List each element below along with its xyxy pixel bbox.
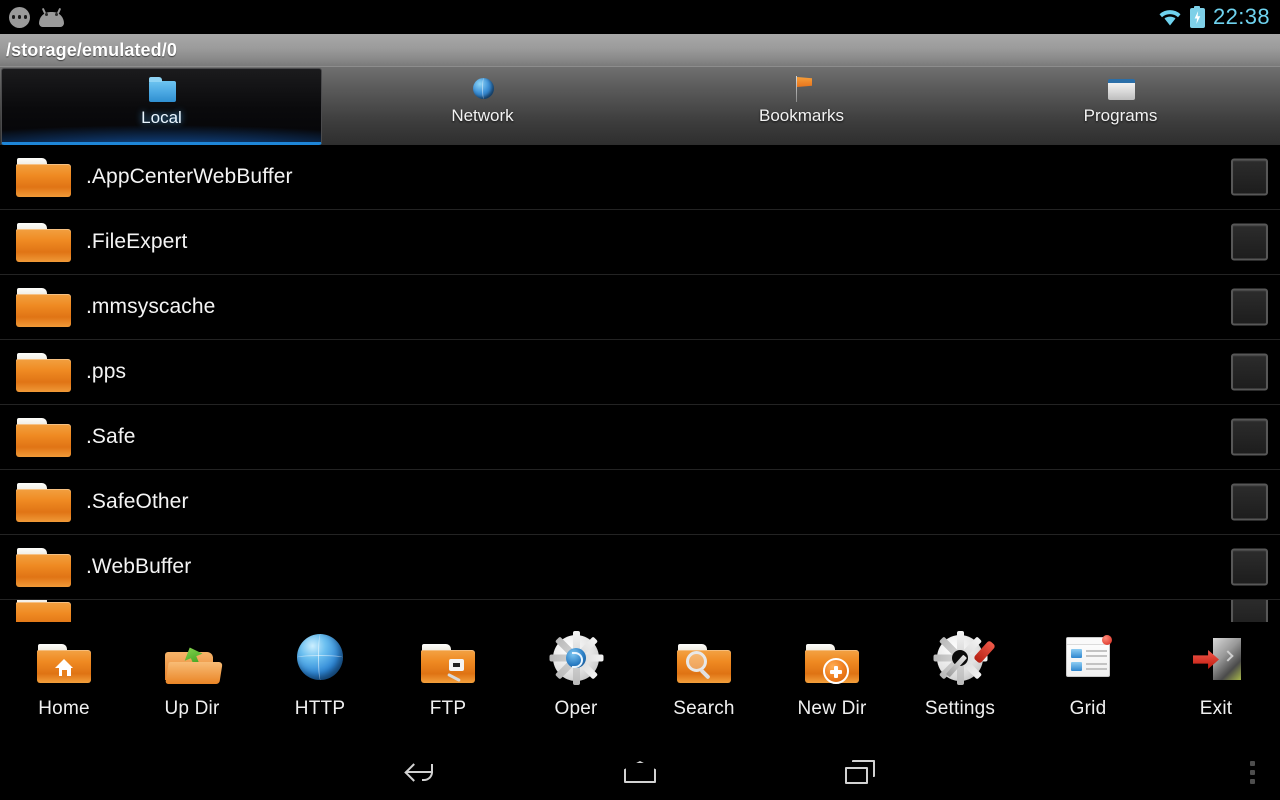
- orange-folder-icon: [16, 600, 71, 622]
- orange-folder-icon: [16, 547, 71, 587]
- toolbar-grid-button[interactable]: Grid: [1024, 630, 1152, 720]
- list-item[interactable]: .SafeOther: [0, 470, 1280, 535]
- file-name: .FileExpert: [86, 230, 188, 253]
- folder-up-arrow-icon: [161, 630, 223, 692]
- toolbar-newdir-button[interactable]: New Dir: [768, 630, 896, 720]
- blue-folder-icon: [146, 77, 178, 105]
- list-item[interactable]: .FileExpert: [0, 210, 1280, 275]
- list-item[interactable]: .AppCenterWebBuffer: [0, 145, 1280, 210]
- toolbar-oper-label: Oper: [554, 698, 598, 719]
- orange-folder-icon: [16, 482, 71, 522]
- current-path-label: /storage/emulated/0: [6, 39, 177, 60]
- list-item[interactable]: .pps: [0, 340, 1280, 405]
- file-name: .mmsyscache: [86, 295, 216, 318]
- tab-local[interactable]: Local: [1, 68, 322, 145]
- toolbar-updir-button[interactable]: Up Dir: [128, 630, 256, 720]
- file-checkbox[interactable]: [1231, 418, 1268, 456]
- grid-view-icon: [1057, 630, 1119, 692]
- folder-plug-icon: [417, 630, 479, 692]
- toolbar-http-label: HTTP: [294, 698, 346, 719]
- android-navigation-bar: [0, 744, 1280, 800]
- orange-folder-icon: [16, 352, 71, 392]
- file-checkbox[interactable]: [1231, 600, 1268, 622]
- file-checkbox[interactable]: [1231, 288, 1268, 326]
- battery-charging-icon: [1189, 6, 1205, 28]
- status-bar-system: 22:38: [1158, 4, 1280, 30]
- status-bar: 22:38: [0, 0, 1280, 34]
- nav-back-button[interactable]: [360, 744, 480, 800]
- bottom-toolbar: Home Up Dir HTTP FTP Oper Search New Dir…: [0, 622, 1280, 744]
- file-name: .SafeOther: [86, 490, 189, 513]
- orange-folder-icon: [16, 222, 71, 262]
- file-checkbox[interactable]: [1231, 548, 1268, 586]
- toolbar-ftp-button[interactable]: FTP: [384, 630, 512, 720]
- tab-bookmarks[interactable]: Bookmarks: [642, 67, 961, 145]
- folder-plus-icon: [801, 630, 863, 692]
- nav-home-button[interactable]: [580, 744, 700, 800]
- tab-programs[interactable]: Programs: [961, 67, 1280, 145]
- file-name: .WebBuffer: [86, 555, 192, 578]
- file-checkbox[interactable]: [1231, 483, 1268, 521]
- back-icon: [407, 762, 433, 782]
- status-bar-notifications: [0, 6, 64, 28]
- list-item[interactable]: .mmsyscache: [0, 275, 1280, 340]
- toolbar-updir-label: Up Dir: [164, 698, 220, 719]
- file-name: .pps: [86, 360, 127, 383]
- nav-overflow-button[interactable]: [1224, 744, 1280, 800]
- toolbar-search-button[interactable]: Search: [640, 630, 768, 720]
- toolbar-home-label: Home: [38, 698, 90, 719]
- messages-dots-icon: [9, 6, 30, 28]
- tab-bookmarks-label: Bookmarks: [758, 106, 845, 125]
- file-checkbox[interactable]: [1231, 353, 1268, 391]
- tab-network-label: Network: [451, 106, 514, 125]
- globe-icon: [289, 630, 351, 692]
- wifi-icon: [1158, 8, 1182, 27]
- orange-folder-icon: [16, 287, 71, 327]
- orange-folder-icon: [16, 157, 71, 197]
- list-item[interactable]: .WebBuffer: [0, 535, 1280, 600]
- file-list[interactable]: .AppCenterWebBuffer .FileExpert .mmsysca…: [0, 145, 1280, 622]
- tab-programs-label: Programs: [1083, 106, 1158, 125]
- toolbar-settings-button[interactable]: Settings: [896, 630, 1024, 720]
- file-checkbox[interactable]: [1231, 158, 1268, 196]
- home-icon: [624, 761, 656, 783]
- toolbar-grid-label: Grid: [1069, 698, 1107, 719]
- list-item-partial[interactable]: [0, 600, 1280, 622]
- toolbar-exit-label: Exit: [1199, 698, 1233, 719]
- android-head-icon: [39, 7, 64, 27]
- grey-folder-icon: [1105, 75, 1137, 103]
- toolbar-home-button[interactable]: Home: [0, 630, 128, 720]
- tab-local-label: Local: [141, 108, 182, 127]
- tab-bar: Local Network Bookmarks Programs: [0, 66, 1280, 145]
- folder-search-icon: [673, 630, 735, 692]
- toolbar-newdir-label: New Dir: [797, 698, 867, 719]
- toolbar-exit-button[interactable]: Exit: [1152, 630, 1280, 720]
- file-name: .AppCenterWebBuffer: [86, 165, 293, 188]
- path-bar[interactable]: /storage/emulated/0: [0, 34, 1280, 66]
- file-checkbox[interactable]: [1231, 223, 1268, 261]
- toolbar-search-label: Search: [673, 698, 735, 719]
- folder-home-icon: [33, 630, 95, 692]
- toolbar-http-button[interactable]: HTTP: [256, 630, 384, 720]
- status-bar-clock: 22:38: [1212, 4, 1270, 29]
- toolbar-ftp-label: FTP: [429, 698, 467, 719]
- tab-network[interactable]: Network: [323, 67, 642, 145]
- exit-door-icon: [1185, 630, 1247, 692]
- globe-icon: [467, 75, 499, 103]
- file-name: .Safe: [86, 425, 136, 448]
- gear-operations-icon: [545, 630, 607, 692]
- nav-recents-button[interactable]: [800, 744, 920, 800]
- list-item[interactable]: .Safe: [0, 405, 1280, 470]
- flag-icon: [786, 75, 818, 103]
- gear-screwdriver-icon: [929, 630, 996, 692]
- android-file-manager-screen: 22:38 /storage/emulated/0 Local Network …: [0, 0, 1280, 800]
- toolbar-oper-button[interactable]: Oper: [512, 630, 640, 720]
- recents-icon: [845, 760, 875, 784]
- orange-folder-icon: [16, 417, 71, 457]
- toolbar-settings-label: Settings: [924, 698, 996, 719]
